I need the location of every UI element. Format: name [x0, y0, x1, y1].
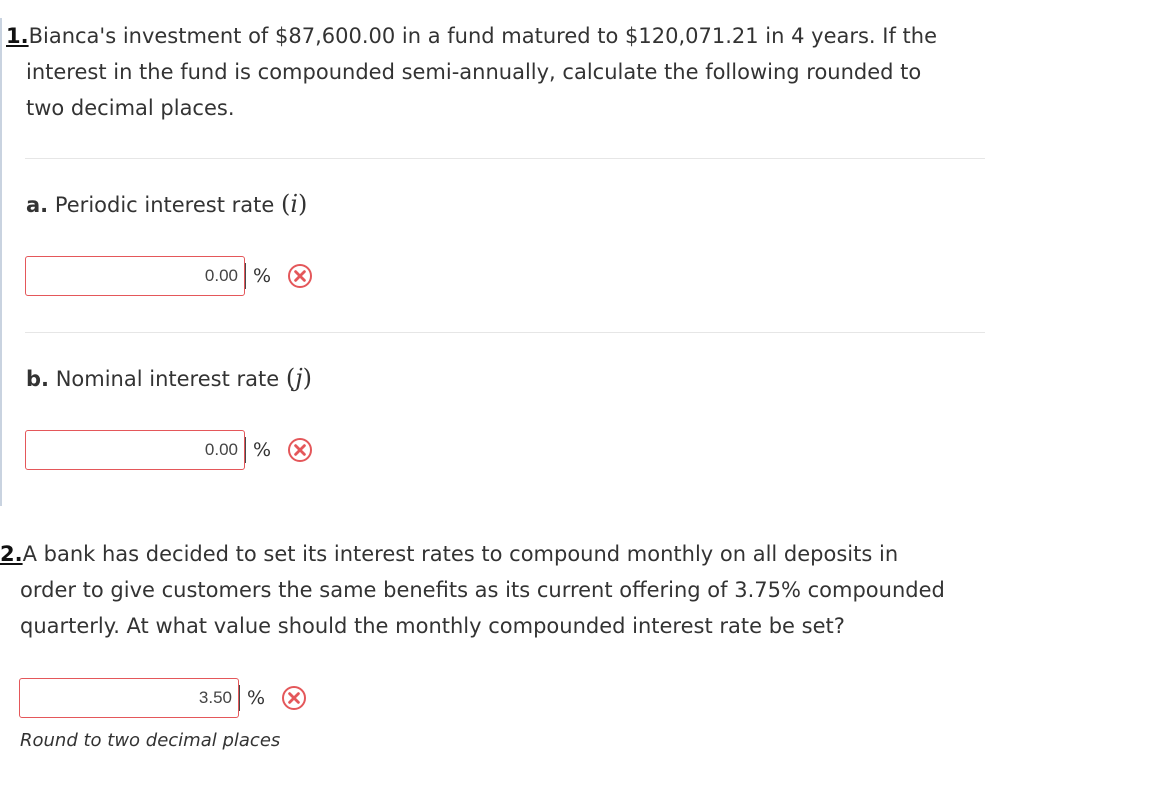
part-b-unit: % [245, 437, 271, 463]
question-2-number: 2. [0, 542, 23, 566]
question-2-line-3: quarterly. At what value should the mont… [20, 614, 845, 638]
divider [25, 158, 985, 159]
part-a-text: Periodic interest rate [54, 193, 275, 217]
part-b-letter: b. [26, 367, 50, 391]
question-1-line-3: two decimal places. [26, 96, 235, 120]
part-a-unit: % [245, 263, 271, 289]
question-2-unit: % [239, 685, 265, 711]
incorrect-icon [288, 438, 313, 462]
question-2-line-2: order to give customers the same benefit… [20, 578, 945, 602]
question-2-line-1: A bank has decided to set its interest r… [22, 542, 899, 566]
part-b-label: b. Nominal interest rate (j) [26, 364, 312, 392]
question-1-line-2: interest in the fund is compounded semi-… [26, 60, 922, 84]
part-b-input[interactable] [25, 430, 245, 470]
question-2-input[interactable] [19, 678, 239, 718]
part-a-label: a. Periodic interest rate (i) [26, 190, 307, 218]
rounding-hint: Round to two decimal places [20, 730, 281, 751]
incorrect-icon [282, 686, 307, 710]
part-a-answer-row: % [25, 256, 313, 296]
part-b-variable: (j) [285, 364, 313, 392]
part-b-answer-row: % [25, 430, 313, 470]
question-1-text: 1.Bianca's investment of $87,600.00 in a… [6, 18, 966, 126]
question-2: 2.A bank has decided to set its interest… [0, 536, 1000, 644]
part-a-letter: a. [26, 193, 49, 217]
question-2-text: 2.A bank has decided to set its interest… [0, 536, 1000, 644]
question-1-number: 1. [6, 24, 29, 48]
part-a-variable: (i) [280, 190, 308, 218]
divider [25, 332, 985, 333]
incorrect-icon [288, 264, 313, 288]
part-b-text: Nominal interest rate [55, 367, 280, 391]
part-a-input[interactable] [25, 256, 245, 296]
question-2-answer-row: % [19, 678, 307, 718]
question-1-line-1: Bianca's investment of $87,600.00 in a f… [28, 24, 938, 48]
